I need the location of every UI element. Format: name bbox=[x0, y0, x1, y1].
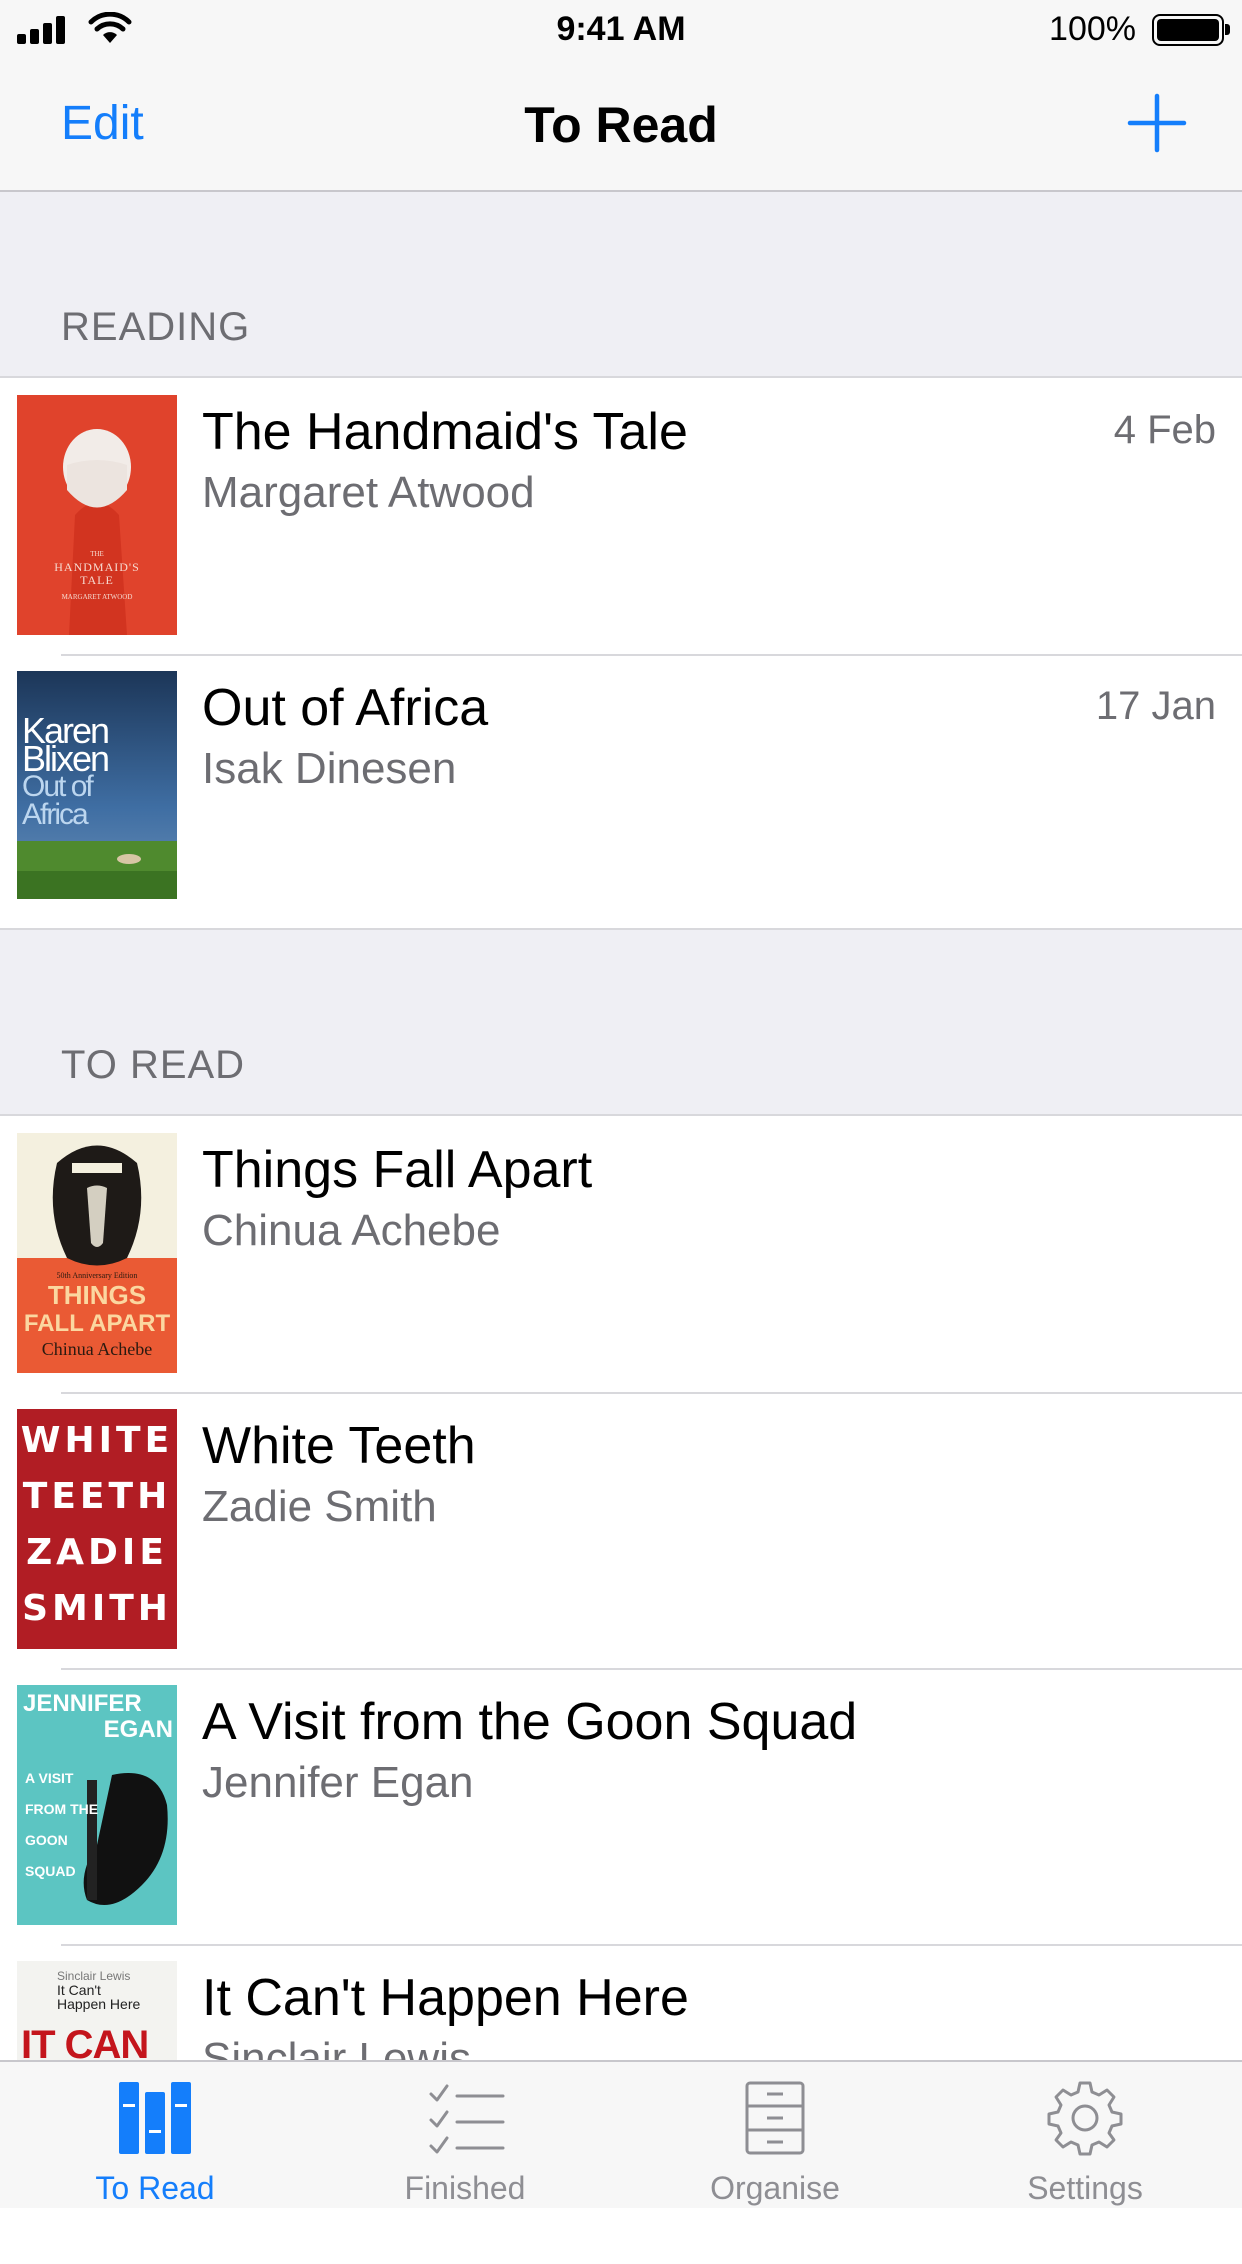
cover-text: EGAN bbox=[103, 1716, 173, 1743]
section-header-reading: READING bbox=[0, 192, 1242, 376]
book-row[interactable]: WHITE TEETH ZADIE SMITH White Teeth Zadi… bbox=[0, 1392, 1242, 1668]
book-row[interactable]: THE HANDMAID'S TALE MARGARET ATWOOD The … bbox=[0, 378, 1242, 654]
cover-text: MARGARET ATWOOD bbox=[61, 593, 133, 601]
tab-settings[interactable]: Settings bbox=[930, 2062, 1240, 2208]
book-title: White Teeth bbox=[202, 1417, 476, 1475]
cover-text: JENNIFER bbox=[23, 1690, 142, 1717]
status-bar: 9:41 AM 100% bbox=[0, 0, 1242, 60]
book-author: Chinua Achebe bbox=[202, 1206, 501, 1255]
cover-text: 50th Anniversary Edition bbox=[56, 1271, 138, 1280]
tab-finished[interactable]: Finished bbox=[310, 2062, 620, 2208]
book-title: The Handmaid's Tale bbox=[202, 403, 688, 461]
page-title: To Read bbox=[524, 97, 718, 153]
battery-icon bbox=[1152, 14, 1230, 46]
cover-text: TEETH bbox=[22, 1476, 172, 1517]
cover-text: THINGS bbox=[47, 1280, 147, 1310]
tab-label: Organise bbox=[710, 2170, 840, 2206]
tab-organise[interactable]: Organise bbox=[620, 2062, 930, 2208]
cabinet-icon bbox=[745, 2081, 805, 2155]
checklist-icon bbox=[429, 2084, 505, 2154]
book-cover: JENNIFER EGAN A VISIT FROM THE GOON SQUA… bbox=[17, 1685, 177, 1925]
cover-text: SQUAD bbox=[25, 1863, 76, 1879]
cover-text: Sinclair Lewis bbox=[57, 1969, 131, 1983]
battery-percent: 100% bbox=[1049, 10, 1136, 48]
cover-text: TALE bbox=[80, 573, 114, 587]
tab-bar: To Read Finished Organise Settings bbox=[0, 2060, 1242, 2208]
tab-to-read[interactable]: To Read bbox=[0, 2062, 310, 2208]
tab-label: Finished bbox=[404, 2170, 526, 2206]
book-row[interactable]: 50th Anniversary Edition THINGS FALL APA… bbox=[0, 1116, 1242, 1392]
book-title: Out of Africa bbox=[202, 679, 489, 737]
section-header-to-read: TO READ bbox=[0, 930, 1242, 1114]
book-title: A Visit from the Goon Squad bbox=[202, 1693, 858, 1751]
book-row[interactable]: JENNIFER EGAN A VISIT FROM THE GOON SQUA… bbox=[0, 1668, 1242, 1944]
section-title: READING bbox=[61, 305, 251, 349]
cover-text: A VISIT bbox=[25, 1770, 74, 1786]
section-title: TO READ bbox=[61, 1043, 246, 1087]
book-title: It Can't Happen Here bbox=[202, 1969, 689, 2027]
cover-text: ZADIE bbox=[26, 1532, 168, 1573]
gear-icon bbox=[1047, 2081, 1123, 2156]
cover-text: SMITH bbox=[22, 1588, 172, 1629]
reading-list: THE HANDMAID'S TALE MARGARET ATWOOD The … bbox=[0, 376, 1242, 930]
book-author: Zadie Smith bbox=[202, 1482, 437, 1531]
add-book-button[interactable] bbox=[1126, 92, 1188, 154]
cover-text: It Can't bbox=[57, 1982, 101, 1998]
book-author: Isak Dinesen bbox=[202, 744, 457, 793]
books-icon bbox=[119, 2082, 191, 2154]
cover-text: FALL APART bbox=[23, 1310, 171, 1337]
book-cover: Karen Blixen Out of Africa bbox=[17, 671, 177, 899]
book-date: 4 Feb bbox=[1113, 408, 1216, 452]
cover-text: Chinua Achebe bbox=[41, 1339, 153, 1359]
cover-text: FROM THE bbox=[25, 1801, 99, 1817]
book-date: 17 Jan bbox=[1095, 684, 1216, 728]
book-author: Margaret Atwood bbox=[202, 468, 535, 517]
book-author: Jennifer Egan bbox=[202, 1758, 474, 1807]
book-title: Things Fall Apart bbox=[202, 1141, 593, 1199]
tab-label: To Read bbox=[95, 2170, 215, 2206]
book-cover: 50th Anniversary Edition THINGS FALL APA… bbox=[17, 1133, 177, 1373]
book-cover: WHITE TEETH ZADIE SMITH bbox=[17, 1409, 177, 1649]
navigation-bar: Edit To Read bbox=[0, 60, 1242, 192]
tab-label: Settings bbox=[1027, 2170, 1143, 2206]
cover-text: Happen Here bbox=[57, 1996, 141, 2012]
book-row[interactable]: Karen Blixen Out of Africa Out of Africa… bbox=[0, 654, 1242, 930]
cover-text: GOON bbox=[25, 1832, 68, 1848]
book-cover: THE HANDMAID'S TALE MARGARET ATWOOD bbox=[17, 395, 177, 635]
cover-text: Blixen bbox=[22, 738, 110, 779]
cover-text: WHITE bbox=[20, 1420, 174, 1461]
cover-text: Africa bbox=[22, 798, 89, 831]
